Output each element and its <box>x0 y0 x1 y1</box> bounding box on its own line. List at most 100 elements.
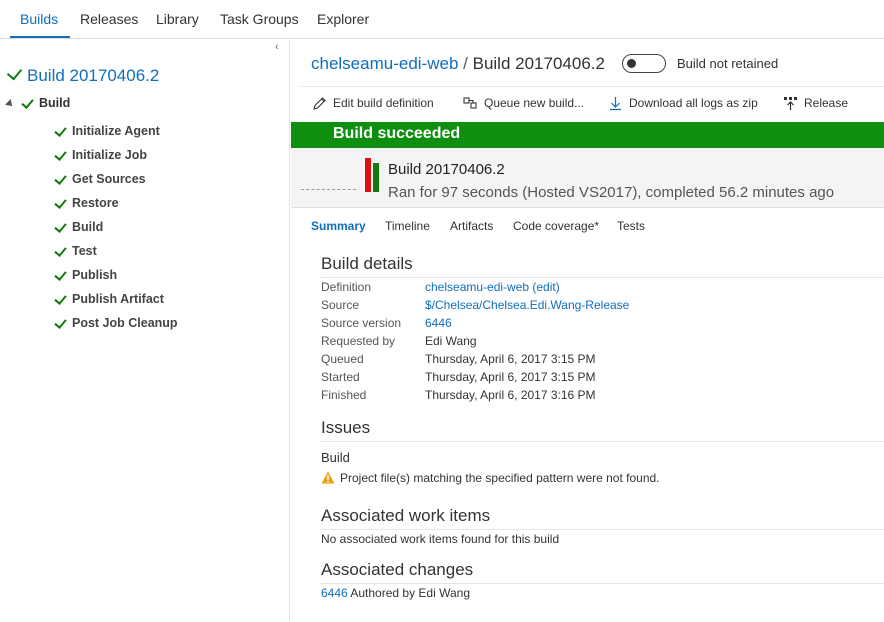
tree-step-initialize-job[interactable]: Initialize Job <box>54 148 178 172</box>
success-check-icon <box>54 268 67 281</box>
history-bar-failed[interactable] <box>365 158 371 192</box>
detail-key: Source version <box>321 316 402 330</box>
section-divider <box>321 583 884 584</box>
pencil-icon <box>313 97 326 110</box>
tree-step-post-job-cleanup[interactable]: Post Job Cleanup <box>54 316 178 340</box>
definition-link[interactable]: chelseamu-edi-web (edit) <box>425 280 560 294</box>
release-label: Release <box>804 96 849 110</box>
queue-label: Queue new build... <box>484 96 585 110</box>
tree-step-restore[interactable]: Restore <box>54 196 178 220</box>
issues-heading: Issues <box>321 418 371 437</box>
warning-icon <box>321 471 335 484</box>
success-check-icon <box>54 172 67 185</box>
step-label: Build <box>72 220 104 234</box>
subtab-timeline[interactable]: Timeline <box>385 219 430 233</box>
detail-key: Requested by <box>321 334 396 348</box>
detail-value: Thursday, April 6, 2017 3:16 PM <box>425 388 596 402</box>
expand-triangle-icon[interactable] <box>5 99 15 109</box>
summary-run-info: Ran for 97 seconds (Hosted VS2017), comp… <box>388 184 835 201</box>
step-label: Publish <box>72 268 118 282</box>
edit-label: Edit build definition <box>333 96 434 110</box>
build-details-heading: Build details <box>321 254 413 273</box>
tree-step-publish[interactable]: Publish <box>54 268 178 292</box>
subtab-code-coverage[interactable]: Code coverage* <box>513 219 599 233</box>
release-button[interactable]: Release <box>783 96 848 110</box>
step-label: Publish Artifact <box>72 292 164 306</box>
collapse-panel-icon[interactable]: ‹ <box>275 41 279 53</box>
pipeline-link[interactable]: chelseamu-edi-web <box>311 54 458 73</box>
tree-step-get-sources[interactable]: Get Sources <box>54 172 178 196</box>
summary-build-number: Build 20170406.2 <box>388 161 505 178</box>
history-bar-succeeded[interactable] <box>373 163 379 192</box>
queue-new-build-button[interactable]: Queue new build... <box>463 96 584 110</box>
queue-build-icon <box>463 97 477 109</box>
download-logs-button[interactable]: Download all logs as zip <box>608 96 758 111</box>
changeset-link[interactable]: 6446 <box>321 586 348 600</box>
tree-phase-build[interactable]: Build <box>21 96 70 110</box>
history-dashed-line <box>301 189 356 190</box>
success-check-icon <box>54 244 67 257</box>
build-steps-list: Initialize Agent Initialize Job Get Sour… <box>54 124 178 340</box>
tree-step-publish-artifact[interactable]: Publish Artifact <box>54 292 178 316</box>
detail-key: Definition <box>321 280 372 294</box>
tree-step-initialize-agent[interactable]: Initialize Agent <box>54 124 178 148</box>
step-label: Initialize Agent <box>72 124 160 138</box>
toggle-knob <box>627 59 636 68</box>
build-status-banner: Build succeeded <box>291 122 884 148</box>
change-author: Authored by Edi Wang <box>350 586 470 600</box>
detail-key: Queued <box>321 352 364 366</box>
build-number-title: Build 20170406.2 <box>472 54 605 73</box>
source-link[interactable]: $/Chelsea/Chelsea.Edi.Wang-Release <box>425 298 629 312</box>
subtab-artifacts[interactable]: Artifacts <box>450 219 493 233</box>
step-label: Get Sources <box>72 172 146 186</box>
retained-label: Build not retained <box>677 56 779 71</box>
tab-library[interactable]: Library <box>156 11 199 27</box>
detail-key: Source <box>321 298 360 312</box>
section-divider <box>321 441 884 442</box>
step-label: Restore <box>72 196 119 210</box>
tab-explorer[interactable]: Explorer <box>317 11 369 27</box>
detail-value: Thursday, April 6, 2017 3:15 PM <box>425 352 596 366</box>
tree-build-title[interactable]: Build 20170406.2 <box>6 64 160 86</box>
top-nav: Builds Releases Library Task Groups Expl… <box>0 0 884 39</box>
success-check-icon <box>6 64 23 81</box>
detail-value: Edi Wang <box>425 334 477 348</box>
build-status-text: Build succeeded <box>333 125 461 142</box>
success-check-icon <box>54 148 67 161</box>
release-icon <box>784 97 797 110</box>
download-icon <box>610 97 621 111</box>
success-check-icon <box>21 96 34 109</box>
success-check-icon <box>54 220 67 233</box>
tree-step-build[interactable]: Build <box>54 220 178 244</box>
detail-key: Started <box>321 370 360 384</box>
tab-builds[interactable]: Builds <box>20 11 58 27</box>
success-check-icon <box>54 316 67 329</box>
tab-releases[interactable]: Releases <box>80 11 138 27</box>
step-label: Initialize Job <box>72 148 148 162</box>
work-items-heading: Associated work items <box>321 506 491 525</box>
work-items-empty-text: No associated work items found for this … <box>321 532 560 546</box>
edit-build-definition-button[interactable]: Edit build definition <box>312 96 434 110</box>
success-check-icon <box>54 292 67 305</box>
tree-build-title-label: Build 20170406.2 <box>27 66 160 85</box>
build-toolbar: Edit build definition Queue new build...… <box>300 86 884 119</box>
change-entry: 6446 Authored by Edi Wang <box>321 586 470 600</box>
page-title: chelseamu-edi-web / Build 20170406.2 <box>311 54 605 74</box>
breadcrumb-separator: / <box>463 54 468 73</box>
issues-group-label: Build <box>321 450 350 465</box>
tree-step-test[interactable]: Test <box>54 244 178 268</box>
retain-toggle[interactable] <box>622 54 666 73</box>
source-version-link[interactable]: 6446 <box>425 316 452 330</box>
section-divider <box>321 277 884 278</box>
build-summary-box: Build 20170406.2 Ran for 97 seconds (Hos… <box>291 148 884 208</box>
success-check-icon <box>54 124 67 137</box>
subtab-tests[interactable]: Tests <box>617 219 645 233</box>
step-label: Test <box>72 244 97 258</box>
download-label: Download all logs as zip <box>629 96 758 110</box>
detail-value: Thursday, April 6, 2017 3:15 PM <box>425 370 596 384</box>
subtab-summary[interactable]: Summary <box>311 219 366 233</box>
tab-task-groups[interactable]: Task Groups <box>220 11 299 27</box>
build-tree-panel: ‹ Build 20170406.2 Build Initialize Agen… <box>0 40 290 622</box>
detail-key: Finished <box>321 388 367 402</box>
warning-message: Project file(s) matching the specified p… <box>340 471 660 485</box>
